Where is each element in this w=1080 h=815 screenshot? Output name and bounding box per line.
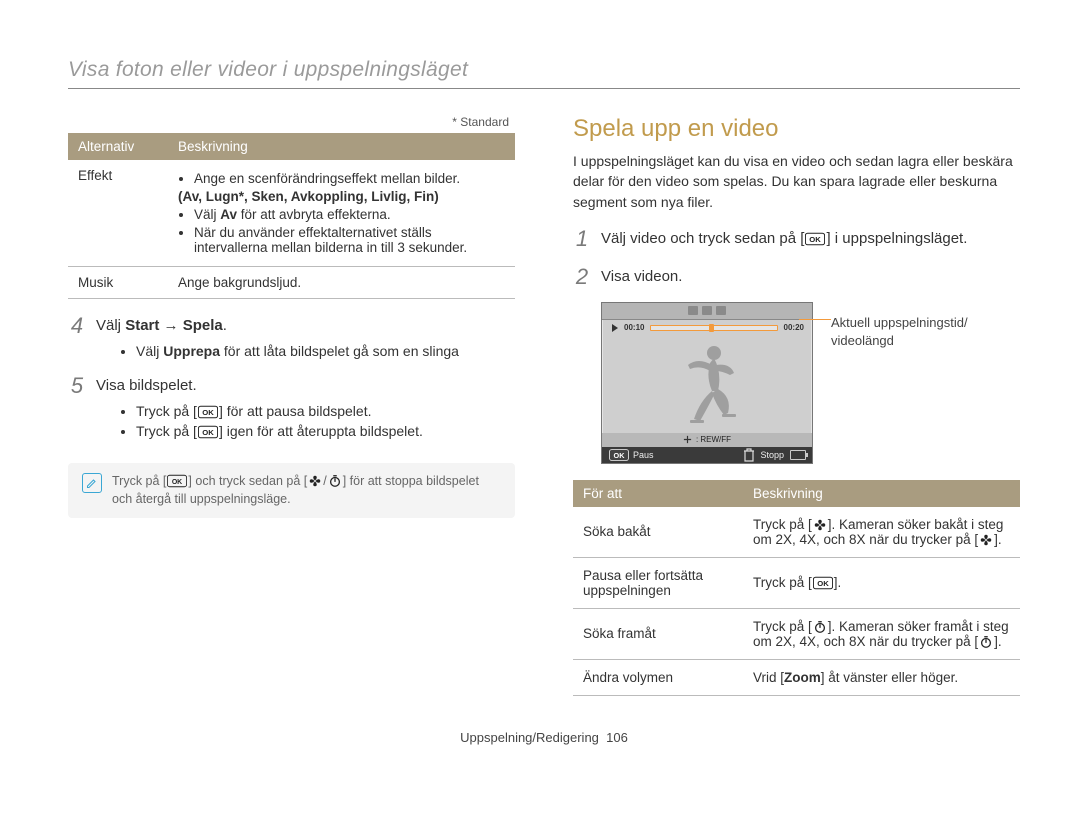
cell-desc: Tryck på [OK]. [743, 557, 1020, 608]
list-item: När du använder effektalternativet ställ… [194, 225, 505, 255]
list-item: Ange en scenförändringseffekt mellan bil… [194, 171, 505, 186]
standard-note: * Standard [68, 115, 509, 129]
table-row: Söka bakåt Tryck på []. Kameran söker ba… [573, 507, 1020, 558]
ok-icon: OK [609, 448, 629, 462]
cell-desc: Tryck på []. Kameran söker framåt i steg… [743, 608, 1020, 659]
section-title: Spela upp en video [573, 115, 1020, 143]
video-topbar [602, 303, 812, 320]
text: Välj [96, 317, 125, 334]
step-2: 2 Visa videon. [573, 266, 1020, 288]
video-hint-bar: : REW/FF [602, 433, 812, 447]
text: . [223, 317, 227, 334]
video-preview: 00:10 00:20 [601, 302, 813, 464]
time-current: 00:10 [624, 323, 644, 332]
step-num: 2 [573, 266, 591, 288]
table-row: Pausa eller fortsätta uppspelningen Tryc… [573, 557, 1020, 608]
step-4-sub: Välj Upprepa för att låta bildspelet gå … [96, 343, 515, 359]
page-header: Visa foton eller videor i uppspelningslä… [68, 58, 1020, 89]
playback-table: För att Beskrivning Söka bakåt Tryck på … [573, 480, 1020, 696]
step-4: 4 Välj Start → Spela. [68, 315, 515, 337]
ok-icon: OK [198, 425, 218, 439]
list-item: Tryck på [OK] för att pausa bildspelet. [136, 403, 515, 419]
cell-label: Pausa eller fortsätta uppspelningen [573, 557, 743, 608]
flower-icon [308, 474, 322, 488]
cell-label: Ändra volymen [573, 659, 743, 695]
table-row: Söka framåt Tryck på []. Kameran söker f… [573, 608, 1020, 659]
step-num: 4 [68, 315, 86, 337]
flower-icon [813, 518, 827, 532]
video-footer-bar: OK Paus Stopp [602, 447, 812, 463]
timer-icon [979, 635, 993, 649]
options-th-desc: Beskrivning [168, 133, 515, 160]
battery-icon [790, 450, 806, 460]
svg-text:OK: OK [817, 579, 829, 588]
ok-icon: OK [167, 474, 187, 488]
ok-icon: OK [813, 576, 833, 590]
play-icon [612, 324, 618, 332]
cell-desc: Tryck på []. Kameran söker bakåt i steg … [743, 507, 1020, 558]
step-num: 1 [573, 228, 591, 250]
footer-page: 106 [606, 730, 628, 745]
ok-icon: OK [805, 232, 825, 246]
pencil-note-icon [82, 473, 102, 493]
list-item: Välj Av för att avbryta effekterna. [194, 207, 505, 222]
step-5-sub: Tryck på [OK] för att pausa bildspelet. … [96, 403, 515, 439]
cell-label: Söka bakåt [573, 507, 743, 558]
svg-text:OK: OK [810, 235, 822, 244]
timer-icon [813, 620, 827, 634]
svg-text:OK: OK [614, 451, 626, 460]
svg-text:OK: OK [202, 408, 214, 417]
time-total: 00:20 [784, 323, 804, 332]
stop-label: Stopp [760, 450, 784, 460]
footer-section: Uppspelning/Redigering [460, 730, 599, 745]
step-body: Välj video och tryck sedan på [OK] i upp… [601, 228, 1020, 249]
footer: Uppspelning/Redigering 106 [68, 730, 1020, 745]
step-5: 5 Visa bildspelet. [68, 375, 515, 397]
options-th-alt: Alternativ [68, 133, 168, 160]
cell-desc: Vrid [Zoom] åt vänster eller höger. [743, 659, 1020, 695]
svg-text:OK: OK [202, 428, 214, 437]
step-body: Välj Start → Spela. [96, 315, 515, 336]
svg-text:OK: OK [172, 479, 182, 486]
video-timeline: 00:10 00:20 [610, 321, 804, 335]
play-th-desc: Beskrivning [743, 480, 1020, 507]
timeline-bar [650, 325, 777, 331]
tip-box: Tryck på [OK] och tryck sedan på [/] för… [68, 463, 515, 518]
options-table: Alternativ Beskrivning Effekt Ange en sc… [68, 133, 515, 299]
cell-musik-desc: Ange bakgrundsljud. [168, 267, 515, 299]
trash-icon [742, 447, 756, 463]
step-body: Visa bildspelet. [96, 375, 515, 396]
cell-effekt-label: Effekt [68, 160, 168, 267]
cell-musik-label: Musik [68, 267, 168, 299]
cell-effekt-desc: Ange en scenförändringseffekt mellan bil… [168, 160, 515, 267]
table-row: Musik Ange bakgrundsljud. [68, 267, 515, 299]
pause-label: Paus [633, 450, 654, 460]
intro-paragraph: I uppspelningsläget kan du visa en video… [573, 151, 1020, 212]
ok-icon: OK [198, 405, 218, 419]
video-caption: Aktuell uppspelningstid/ videolängd [831, 302, 968, 350]
skater-illustration [602, 345, 812, 431]
table-row: Ändra volymen Vrid [Zoom] åt vänster ell… [573, 659, 1020, 695]
step-body: Visa videon. [601, 266, 1020, 287]
tip-text: Tryck på [OK] och tryck sedan på [/] för… [112, 473, 501, 508]
callout-line [799, 319, 831, 321]
list-item: Välj Upprepa för att låta bildspelet gå … [136, 343, 515, 359]
timer-icon [328, 474, 342, 488]
cell-label: Söka framåt [573, 608, 743, 659]
list-item: (Av, Lugn*, Sken, Avkoppling, Livlig, Fi… [178, 189, 505, 204]
table-row: Effekt Ange en scenförändringseffekt mel… [68, 160, 515, 267]
play-th-action: För att [573, 480, 743, 507]
video-preview-row: 00:10 00:20 [601, 302, 1020, 464]
step-num: 5 [68, 375, 86, 397]
list-item: Tryck på [OK] igen för att återuppta bil… [136, 423, 515, 439]
right-column: Spela upp en video I uppspelningsläget k… [573, 115, 1020, 696]
text-bold: Start → Spela [125, 317, 223, 334]
step-1: 1 Välj video och tryck sedan på [OK] i u… [573, 228, 1020, 250]
flower-icon [979, 533, 993, 547]
left-column: * Standard Alternativ Beskrivning Effekt… [68, 115, 515, 696]
